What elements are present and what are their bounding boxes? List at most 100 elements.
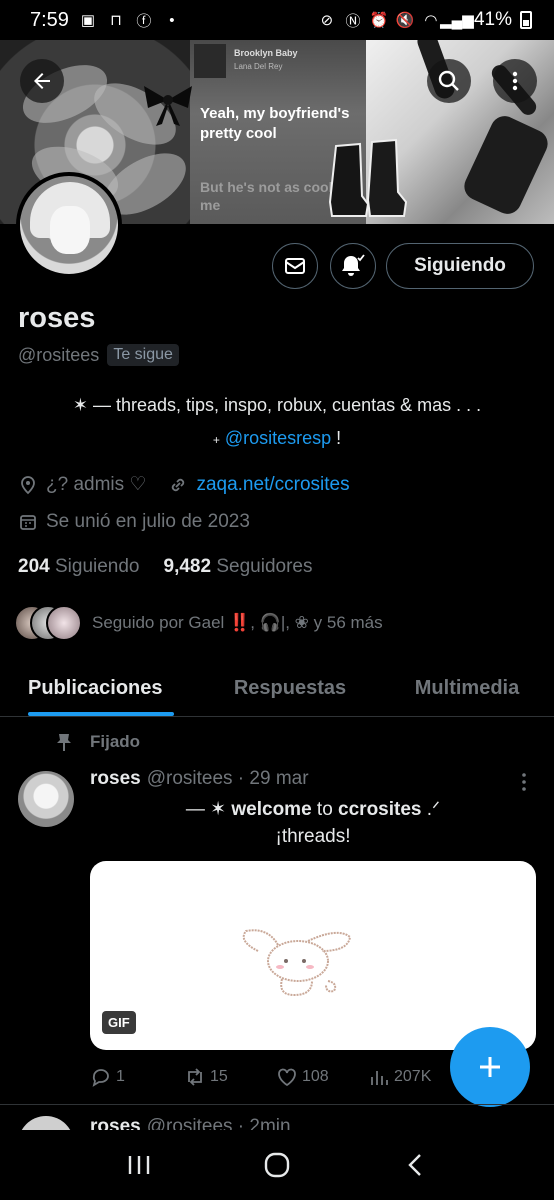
profile-tabs: Publicaciones Respuestas Multimedia bbox=[0, 660, 554, 717]
meta-joined: Se unió en julio de 2023 bbox=[18, 511, 250, 533]
post-actions: 1 15 108 207K bbox=[90, 1066, 468, 1088]
followed-by-text: Seguido por Gael ‼️, 🎧|, ❀ y 56 más bbox=[92, 613, 383, 632]
next-post-preview[interactable]: roses @rositees · 2min bbox=[0, 1108, 554, 1130]
wifi-icon: ◠ bbox=[424, 12, 438, 29]
pin-icon bbox=[57, 734, 71, 751]
following-button[interactable]: Siguiendo bbox=[386, 243, 534, 289]
bio-line-1: ✶ — threads, tips, inspo, robux, cuentas… bbox=[72, 395, 482, 415]
more-options-button[interactable] bbox=[493, 59, 537, 103]
repost-icon bbox=[188, 1068, 202, 1086]
next-post-avatar[interactable] bbox=[18, 1116, 74, 1130]
handle-row: @rositees Te sigue bbox=[18, 344, 179, 366]
tab-posts[interactable]: Publicaciones bbox=[0, 660, 200, 716]
calendar-icon bbox=[18, 512, 38, 532]
shopping-bag-icon: ⊓ bbox=[110, 12, 122, 29]
gallery-notification-icon: ▣ bbox=[80, 12, 96, 29]
alarm-icon: ⏰ bbox=[369, 12, 389, 29]
repost-count: 15 bbox=[210, 1068, 228, 1085]
recent-apps-button[interactable] bbox=[119, 1145, 159, 1185]
message-button[interactable] bbox=[272, 243, 318, 289]
status-left: 7:59 ▣ ⊓ ⓕ • bbox=[30, 9, 181, 32]
back-nav-button[interactable] bbox=[395, 1145, 435, 1185]
system-nav-bar bbox=[0, 1130, 554, 1200]
battery-icon bbox=[520, 11, 532, 29]
post-text-line-1: — ✶ welcome to ccrosites .ᐟ bbox=[185, 799, 441, 820]
gif-badge: GIF bbox=[102, 1011, 136, 1034]
reply-icon bbox=[92, 1069, 109, 1087]
post-author-name[interactable]: roses bbox=[90, 768, 141, 790]
song-artist: Lana Del Rey bbox=[234, 62, 283, 71]
follows-you-badge: Te sigue bbox=[107, 344, 179, 366]
vertical-dots-icon bbox=[512, 71, 518, 91]
battery-percent: 41% bbox=[473, 9, 512, 30]
view-count: 207K bbox=[394, 1068, 432, 1085]
album-thumbnail bbox=[194, 44, 226, 78]
data-saver-icon: ⊘ bbox=[320, 12, 334, 29]
next-post-author[interactable]: roses bbox=[90, 1116, 141, 1130]
profile-handle: @rositees bbox=[18, 344, 100, 365]
post-more-button[interactable] bbox=[516, 771, 532, 799]
pinned-label: Fijado bbox=[90, 732, 141, 751]
follower-avatar bbox=[46, 605, 82, 641]
mail-icon bbox=[285, 258, 305, 274]
song-title: Brooklyn Baby bbox=[234, 48, 298, 58]
notifications-button[interactable] bbox=[330, 243, 376, 289]
status-bar: 7:59 ▣ ⊓ ⓕ • ⊘ Ⓝ ⏰ 🔇 ◠ ▂▄▆ 41% bbox=[0, 0, 554, 40]
post-gif-media[interactable]: GIF bbox=[90, 861, 536, 1050]
profile-website-link[interactable]: zaqa.net/ccrosites bbox=[196, 474, 349, 496]
bio-suffix: ! bbox=[336, 428, 342, 448]
bio-plus: + bbox=[212, 433, 220, 447]
boots-sticker-icon bbox=[328, 138, 408, 217]
back-button[interactable] bbox=[20, 59, 64, 103]
compose-post-button[interactable] bbox=[450, 1027, 530, 1107]
tab-replies[interactable]: Respuestas bbox=[200, 660, 380, 716]
song-info: Brooklyn Baby Lana Del Rey bbox=[194, 44, 362, 86]
post-divider bbox=[0, 1104, 554, 1105]
profile-joined: Se unió en julio de 2023 bbox=[46, 511, 250, 532]
plus-icon bbox=[480, 1057, 500, 1077]
mute-icon: 🔇 bbox=[395, 12, 415, 29]
following-count-link[interactable]: 204 Siguiendo bbox=[18, 556, 140, 578]
reply-count: 1 bbox=[116, 1068, 125, 1085]
post-text-line-2: ¡threads! bbox=[275, 826, 351, 847]
pinned-indicator: Fijado bbox=[56, 732, 140, 752]
next-post-handle-time: @rositees · 2min bbox=[146, 1116, 291, 1130]
facebook-icon: ⓕ bbox=[136, 12, 152, 30]
heart-icon bbox=[278, 1068, 296, 1087]
follow-counts: 204 Siguiendo 9,482 Seguidores bbox=[18, 556, 312, 578]
bell-check-icon bbox=[342, 254, 365, 276]
chevron-left-icon bbox=[408, 1154, 421, 1176]
arrow-left-icon bbox=[34, 73, 50, 89]
ribbon-bow-icon bbox=[144, 86, 192, 126]
status-right: ⊘ Ⓝ ⏰ 🔇 ◠ ▂▄▆ 41% bbox=[318, 9, 532, 31]
follower-avatars bbox=[14, 605, 82, 641]
more-notifications-dot-icon: • bbox=[169, 11, 175, 29]
reply-button[interactable]: 1 bbox=[90, 1066, 184, 1088]
location-pin-icon bbox=[18, 475, 38, 495]
like-count: 108 bbox=[302, 1068, 329, 1085]
profile-avatar[interactable] bbox=[16, 172, 122, 278]
nfc-icon: Ⓝ bbox=[345, 12, 361, 30]
recent-apps-icon bbox=[128, 1156, 150, 1174]
cinnamoroll-gif-image bbox=[242, 929, 352, 997]
repost-button[interactable]: 15 bbox=[184, 1066, 276, 1088]
signal-icon: ▂▄▆ bbox=[440, 12, 474, 29]
next-post-header: roses @rositees · 2min bbox=[90, 1116, 291, 1130]
followed-by-row[interactable]: Seguido por Gael ‼️, 🎧|, ❀ y 56 más bbox=[14, 605, 383, 641]
vertical-dots-icon bbox=[522, 773, 526, 791]
bio-mention-link[interactable]: @rositesresp bbox=[225, 428, 331, 448]
bio-line-2: + @rositesresp ! bbox=[0, 428, 554, 449]
followers-count-link[interactable]: 9,482 Seguidores bbox=[164, 556, 313, 578]
tab-media[interactable]: Multimedia bbox=[380, 660, 554, 716]
home-button[interactable] bbox=[257, 1145, 297, 1185]
link-icon bbox=[168, 475, 188, 495]
views-chart-icon bbox=[371, 1071, 388, 1085]
status-time: 7:59 bbox=[30, 8, 69, 31]
post-author-avatar[interactable] bbox=[18, 771, 74, 827]
like-button[interactable]: 108 bbox=[276, 1066, 368, 1088]
profile-name: roses bbox=[18, 302, 96, 334]
search-button[interactable] bbox=[427, 59, 471, 103]
post-handle-time: @rositees · 29 mar bbox=[146, 768, 309, 789]
home-circle-icon bbox=[264, 1152, 290, 1178]
profile-location: ¿? admis ♡ bbox=[46, 474, 147, 495]
